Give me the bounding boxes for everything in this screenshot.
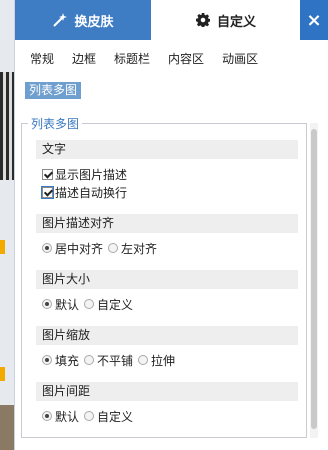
size-options-row: 默认 自定义 — [42, 295, 138, 313]
subtab-content[interactable]: 内容区 — [168, 50, 204, 67]
spacing-options-row: 默认 自定义 — [42, 407, 138, 425]
tab-change-skin[interactable]: 换皮肤 — [15, 0, 151, 40]
scale-no-tile-radio[interactable] — [84, 355, 95, 365]
scale-fill-radio[interactable] — [42, 355, 52, 365]
subtab-titlebar[interactable]: 标题栏 — [114, 50, 150, 67]
description-wrap-checkbox[interactable] — [41, 185, 54, 199]
subtab-general[interactable]: 常规 — [30, 50, 54, 67]
magic-wand-icon — [52, 12, 68, 28]
background-marker — [0, 367, 5, 381]
spacing-default-radio[interactable] — [42, 411, 52, 421]
scale-fill-option[interactable]: 填充 — [42, 352, 79, 369]
subtab-animation[interactable]: 动画区 — [222, 50, 258, 67]
size-default-label: 默认 — [55, 297, 80, 312]
gear-icon — [195, 12, 211, 28]
spacing-custom-label: 自定义 — [97, 409, 134, 424]
scrollbar-thumb[interactable] — [311, 129, 317, 429]
sub-tab-bar: 常规 边框 标题栏 内容区 动画区 — [15, 40, 328, 76]
close-button[interactable]: × — [300, 0, 328, 40]
align-center-radio[interactable] — [42, 243, 52, 253]
scale-no-tile-label: 不平铺 — [97, 353, 134, 368]
align-center-option[interactable]: 居中对齐 — [42, 240, 103, 257]
panel-tab-bar: 换皮肤 自定义 × — [15, 0, 328, 40]
section-header-text: 文字 — [36, 140, 298, 159]
settings-scrollbar[interactable] — [310, 123, 318, 438]
align-left-option[interactable]: 左对齐 — [108, 240, 157, 257]
section-header-scale: 图片缩放 — [36, 326, 298, 345]
group-title: 列表多图 — [28, 115, 83, 132]
scale-options-row: 填充 不平铺 拉伸 — [42, 351, 180, 369]
selected-module-chip[interactable]: 列表多图 — [25, 82, 82, 99]
align-left-radio[interactable] — [108, 243, 119, 253]
list-multi-image-settings-group: 列表多图 文字 显示图片描述 描述自动换行 图片描述对齐 居中对齐 左对齐 图片… — [21, 115, 307, 438]
section-header-spacing: 图片间距 — [36, 382, 298, 401]
align-left-label: 左对齐 — [121, 241, 158, 256]
spacing-custom-radio[interactable] — [84, 411, 95, 421]
close-icon: × — [306, 9, 322, 31]
customize-panel: 换皮肤 自定义 × 常规 边框 标题栏 内容区 动画区 列表多图 列表多图 文字 — [14, 0, 328, 450]
scale-fill-label: 填充 — [55, 353, 80, 368]
tab-customize[interactable]: 自定义 — [151, 0, 300, 40]
size-default-radio[interactable] — [42, 299, 52, 309]
background-marker — [0, 240, 5, 254]
spacing-custom-option[interactable]: 自定义 — [84, 408, 133, 425]
scale-stretch-radio[interactable] — [138, 355, 149, 365]
description-wrap-label: 描述自动换行 — [55, 185, 128, 200]
align-options-row: 居中对齐 左对齐 — [42, 239, 162, 257]
section-header-size: 图片大小 — [36, 270, 298, 289]
spacing-default-option[interactable]: 默认 — [42, 408, 79, 425]
size-default-option[interactable]: 默认 — [42, 296, 79, 313]
show-description-row[interactable]: 显示图片描述 — [42, 165, 127, 183]
show-description-label: 显示图片描述 — [55, 167, 128, 182]
scale-stretch-label: 拉伸 — [151, 353, 176, 368]
align-center-label: 居中对齐 — [55, 241, 104, 256]
scale-stretch-option[interactable]: 拉伸 — [138, 352, 175, 369]
show-description-checkbox[interactable] — [42, 168, 53, 180]
subtab-border[interactable]: 边框 — [72, 50, 96, 67]
description-wrap-row[interactable]: 描述自动换行 — [41, 183, 128, 201]
size-custom-option[interactable]: 自定义 — [84, 296, 133, 313]
section-header-align: 图片描述对齐 — [36, 214, 298, 233]
size-custom-radio[interactable] — [84, 299, 95, 309]
scale-no-tile-option[interactable]: 不平铺 — [84, 352, 133, 369]
size-custom-label: 自定义 — [97, 297, 134, 312]
tab-customize-label: 自定义 — [216, 14, 256, 30]
tab-change-skin-label: 换皮肤 — [74, 14, 114, 30]
spacing-default-label: 默认 — [55, 409, 80, 424]
